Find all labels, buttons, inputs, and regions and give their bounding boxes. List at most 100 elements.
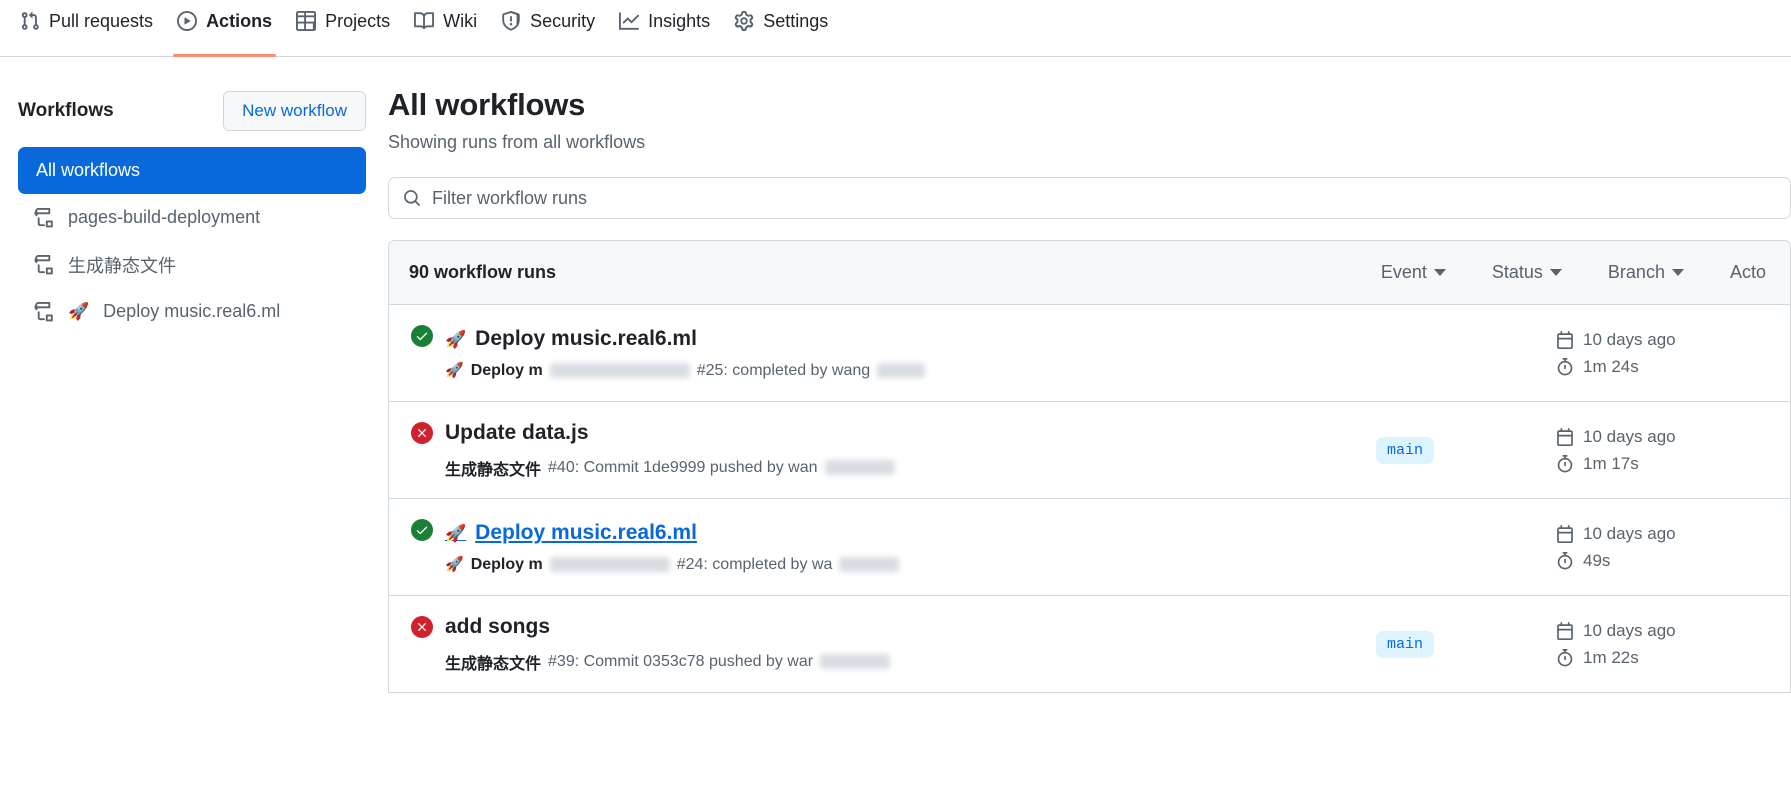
run-workflow-name: 生成静态文件 (445, 655, 542, 673)
run-workflow-name: Deploy m (470, 361, 543, 379)
tab-label: Security (530, 10, 596, 31)
workflows-sidebar: Workflows New workflow All workflows pag… (0, 57, 386, 801)
run-duration-text: 1m 17s (1583, 453, 1639, 473)
workflow-icon (34, 207, 54, 228)
run-title[interactable]: 🚀 Deploy music.real6.ml (445, 520, 1370, 546)
run-meta: 10 days ago 1m 22s (1550, 621, 1760, 668)
sidebar-item-deploy-music[interactable]: 🚀 Deploy music.real6.ml (18, 288, 366, 335)
rocket-icon: 🚀 (445, 330, 467, 349)
table-row[interactable]: 🚀 Deploy music.real6.ml 🚀 Deploy m #24: … (389, 499, 1790, 596)
tab-actions[interactable]: Actions (165, 0, 284, 57)
filter-actor[interactable]: Acto (1730, 262, 1766, 283)
sidebar-item-label: 生成静态文件 (68, 255, 176, 276)
run-main: 🚀 Deploy music.real6.ml 🚀 Deploy m #24: … (433, 520, 1370, 573)
filter-label: Branch (1607, 262, 1665, 282)
filter-workflow-runs-input[interactable] (432, 187, 1776, 209)
x-circle-icon (411, 616, 433, 638)
rocket-icon: 🚀 (445, 556, 464, 574)
main-content: All workflows Showing runs from all work… (386, 57, 1791, 801)
run-sub-text: #24: completed by wa (676, 555, 833, 573)
redacted-text (549, 363, 690, 379)
sidebar-item-label: pages-build-deployment (68, 207, 261, 227)
tab-wiki[interactable]: Wiki (402, 0, 489, 56)
run-duration-text: 1m 24s (1583, 356, 1639, 376)
redacted-text (549, 557, 670, 573)
tab-label: Wiki (443, 10, 478, 31)
run-title[interactable]: Update data.js (445, 420, 1370, 446)
redacted-text (824, 460, 895, 476)
run-subtitle: 生成静态文件 #40: Commit 1de9999 pushed by wan (445, 456, 1370, 480)
sidebar-item-label: All workflows (36, 160, 141, 180)
redacted-text (820, 654, 891, 670)
new-workflow-button[interactable]: New workflow (223, 91, 366, 131)
tab-security[interactable]: Security (489, 0, 607, 56)
table-row[interactable]: add songs 生成静态文件 #39: Commit 0353c78 pus… (389, 596, 1790, 693)
shield-icon (501, 11, 521, 31)
tab-settings[interactable]: Settings (722, 0, 840, 56)
filter-workflow-runs-box[interactable] (388, 177, 1791, 219)
workflow-runs-panel: 90 workflow runs Event Status Branch Act… (388, 240, 1791, 693)
gear-icon (734, 11, 754, 31)
tab-projects[interactable]: Projects (284, 0, 402, 56)
chevron-down-icon (1671, 269, 1684, 276)
sidebar-title: Workflows (18, 100, 114, 121)
run-date-text: 10 days ago (1583, 620, 1676, 640)
workflow-icon (34, 254, 54, 275)
page-body: Workflows New workflow All workflows pag… (0, 57, 1791, 801)
branch-cell: main (1370, 436, 1550, 464)
sidebar-item-label: Deploy music.real6.ml (103, 301, 281, 321)
check-circle-icon (411, 519, 433, 541)
run-date-text: 10 days ago (1583, 329, 1676, 349)
run-duration: 1m 22s (1556, 648, 1760, 668)
run-date: 10 days ago (1556, 524, 1760, 544)
run-duration-text: 49s (1583, 550, 1611, 570)
tab-label: Insights (648, 10, 711, 31)
workflow-icon (34, 301, 54, 322)
run-sub-text: #39: Commit 0353c78 pushed by war (548, 652, 814, 670)
calendar-icon (1556, 621, 1574, 640)
filter-label: Event (1380, 262, 1427, 282)
filter-branch[interactable]: Branch (1608, 262, 1684, 283)
tab-pull-requests[interactable]: Pull requests (8, 0, 165, 56)
run-subtitle: 🚀 Deploy m #25: completed by wang (445, 362, 1370, 380)
run-sub-text: #25: completed by wang (696, 361, 871, 379)
run-sub-text: #40: Commit 1de9999 pushed by wan (548, 458, 818, 476)
runs-header: 90 workflow runs Event Status Branch Act… (389, 241, 1790, 305)
branch-badge[interactable]: main (1376, 630, 1435, 658)
table-icon (296, 11, 317, 31)
filter-event[interactable]: Event (1381, 262, 1446, 283)
branch-badge[interactable]: main (1376, 436, 1435, 464)
workflow-list: All workflows pages-build-deployment 生成静… (18, 147, 366, 335)
run-meta: 10 days ago 1m 17s (1550, 427, 1760, 474)
sidebar-item-pages-build-deployment[interactable]: pages-build-deployment (18, 194, 366, 241)
table-row[interactable]: Update data.js 生成静态文件 #40: Commit 1de999… (389, 402, 1790, 499)
run-subtitle: 生成静态文件 #39: Commit 0353c78 pushed by war (445, 650, 1370, 674)
tab-label: Actions (206, 10, 273, 31)
sidebar-item-all-workflows[interactable]: All workflows (18, 147, 366, 194)
chevron-down-icon (1433, 269, 1446, 276)
graph-icon (619, 11, 640, 31)
run-title-text: Deploy music.real6.ml (475, 521, 697, 545)
tab-insights[interactable]: Insights (607, 0, 722, 56)
run-date: 10 days ago (1556, 330, 1760, 350)
table-row[interactable]: 🚀 Deploy music.real6.ml 🚀 Deploy m #25: … (389, 305, 1790, 402)
chevron-down-icon (1549, 269, 1562, 276)
stopwatch-icon (1556, 551, 1574, 570)
run-main: add songs 生成静态文件 #39: Commit 0353c78 pus… (433, 614, 1370, 673)
run-title[interactable]: 🚀 Deploy music.real6.ml (445, 326, 1370, 352)
run-date: 10 days ago (1556, 621, 1760, 641)
run-duration: 49s (1556, 551, 1760, 571)
run-title[interactable]: add songs (445, 614, 1370, 640)
redacted-text (839, 557, 900, 573)
sidebar-item-static-files[interactable]: 生成静态文件 (18, 241, 366, 288)
run-main: 🚀 Deploy music.real6.ml 🚀 Deploy m #25: … (433, 326, 1370, 379)
filter-status[interactable]: Status (1492, 262, 1562, 283)
run-date-text: 10 days ago (1583, 523, 1676, 543)
run-workflow-name: 生成静态文件 (445, 461, 542, 479)
run-subtitle: 🚀 Deploy m #24: completed by wa (445, 556, 1370, 574)
stopwatch-icon (1556, 648, 1574, 667)
x-circle-icon (411, 422, 433, 444)
run-duration: 1m 24s (1556, 357, 1760, 377)
run-meta: 10 days ago 49s (1550, 524, 1760, 571)
run-workflow-name: Deploy m (470, 555, 543, 573)
